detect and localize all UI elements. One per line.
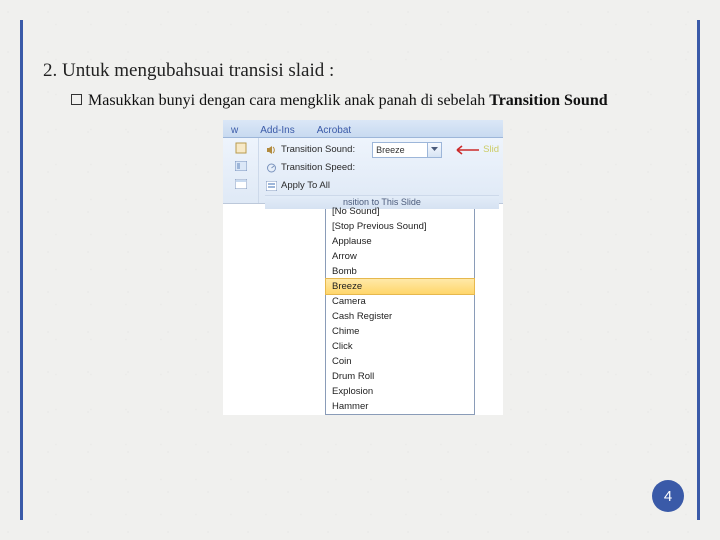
dropdown-item[interactable]: Cash Register: [326, 309, 474, 324]
sound-icon: [265, 144, 277, 156]
checkbox-bullet-icon: [71, 94, 82, 105]
bullet-item: Masukkan bunyi dengan cara mengklik anak…: [71, 90, 631, 112]
dropdown-item[interactable]: Bomb: [326, 264, 474, 279]
chevron-down-icon: [431, 147, 438, 152]
ribbon-tab[interactable]: w: [227, 124, 242, 137]
apply-to-all-label: Apply To All: [281, 180, 330, 191]
page-number-badge: 4: [652, 480, 684, 512]
slide-frame: 2. Untuk mengubahsuai transisi slaid : M…: [20, 20, 700, 520]
powerpoint-ribbon-fragment: w Add-Ins Acrobat: [223, 120, 503, 415]
transition-sound-label: Transition Sound:: [281, 144, 355, 155]
page-number: 4: [664, 488, 672, 505]
right-hint: Slid: [483, 144, 499, 155]
section-heading: 2. Untuk mengubahsuai transisi slaid :: [43, 60, 677, 82]
bullet-text: Masukkan bunyi dengan cara mengklik anak…: [88, 90, 608, 112]
transition-sound-combo[interactable]: Breeze: [372, 142, 442, 158]
apply-all-icon[interactable]: [234, 178, 248, 190]
transition-sound-value[interactable]: Breeze: [372, 142, 428, 158]
dropdown-item[interactable]: Applause: [326, 234, 474, 249]
transition-speed-row: Transition Speed:: [265, 159, 499, 177]
transition-sound-dropdown-button[interactable]: [428, 142, 442, 158]
ribbon-body: Transition Sound: Breeze Slid: [223, 138, 503, 204]
effect-options-icon[interactable]: [234, 142, 248, 154]
dropdown-item-selected[interactable]: Breeze: [325, 278, 475, 295]
dropdown-item[interactable]: [Stop Previous Sound]: [326, 219, 474, 234]
transition-sound-row: Transition Sound: Breeze Slid: [265, 141, 499, 159]
apply-to-all-icon: [265, 180, 277, 192]
dropdown-item[interactable]: Camera: [326, 294, 474, 309]
ribbon-tab-addins[interactable]: Add-Ins: [256, 124, 298, 137]
dropdown-item[interactable]: Chime: [326, 324, 474, 339]
bullet-lead: Masukkan bunyi dengan cara mengklik anak…: [88, 92, 489, 109]
ribbon-group-transition: Transition Sound: Breeze Slid: [259, 138, 503, 203]
ribbon-tab-strip: w Add-Ins Acrobat: [223, 120, 503, 138]
ribbon-group-left: [223, 138, 259, 203]
embedded-screenshot: w Add-Ins Acrobat: [223, 120, 503, 415]
ribbon-group-caption: nsition to This Slide: [265, 195, 499, 209]
speed-icon: [265, 162, 277, 174]
transition-sound-dropdown[interactable]: [No Sound] [Stop Previous Sound] Applaus…: [325, 203, 475, 415]
dropdown-item[interactable]: Drum Roll: [326, 369, 474, 384]
bullet-bold: Transition Sound: [489, 92, 607, 109]
callout-red-arrow-icon: [449, 145, 479, 155]
apply-to-all-row[interactable]: Apply To All: [265, 177, 499, 195]
preview-icon[interactable]: [234, 160, 248, 172]
dropdown-item[interactable]: Hammer: [326, 399, 474, 414]
ribbon-tab-acrobat[interactable]: Acrobat: [313, 124, 355, 137]
dropdown-item[interactable]: Coin: [326, 354, 474, 369]
dropdown-item[interactable]: Arrow: [326, 249, 474, 264]
dropdown-item[interactable]: Click: [326, 339, 474, 354]
dropdown-item[interactable]: Explosion: [326, 384, 474, 399]
transition-speed-label: Transition Speed:: [281, 162, 355, 173]
